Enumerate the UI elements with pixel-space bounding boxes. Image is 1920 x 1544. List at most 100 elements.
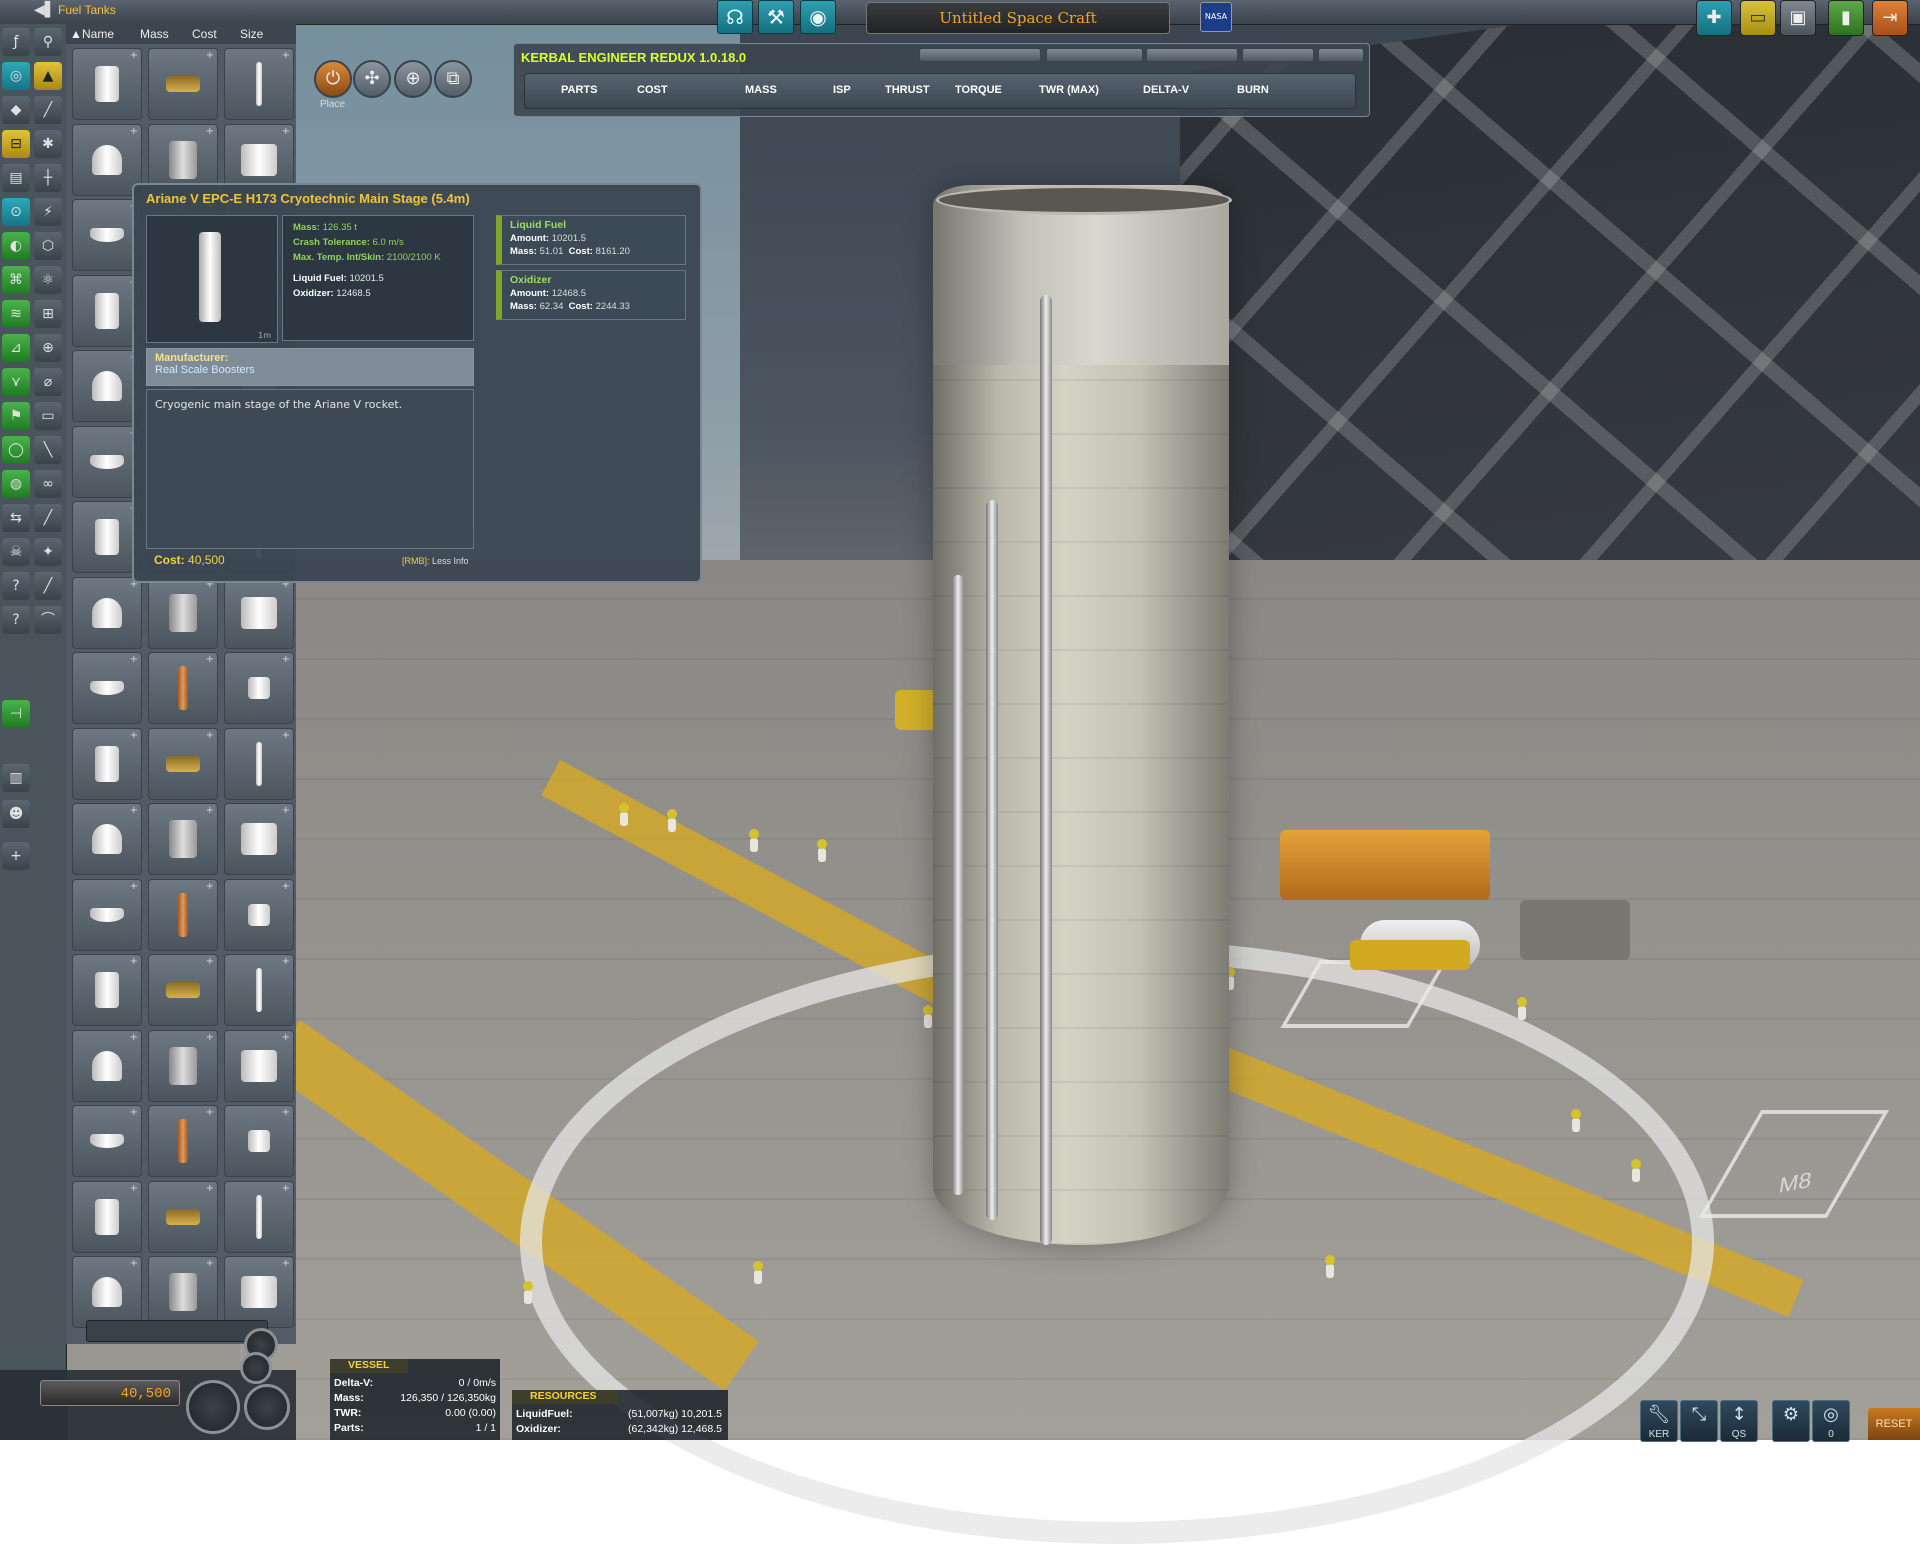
resource-filter-icon[interactable]: ▭ xyxy=(34,402,62,430)
add-part-icon[interactable]: + xyxy=(206,1032,214,1043)
part-cell[interactable]: + xyxy=(72,803,142,875)
add-part-icon[interactable]: + xyxy=(130,1107,138,1118)
unknown-part-icon[interactable]: ? xyxy=(2,572,30,600)
module-filter-icon[interactable]: ◯ xyxy=(2,436,30,464)
part-cell[interactable]: + xyxy=(72,727,142,800)
add-part-icon[interactable]: + xyxy=(206,1107,214,1118)
exit-icon[interactable]: ⇥ xyxy=(1872,0,1908,36)
fast-forward-icon[interactable] xyxy=(240,1352,272,1384)
add-part-icon[interactable]: + xyxy=(206,730,214,741)
coupling-category-icon[interactable]: ⊟ xyxy=(2,130,30,158)
part-cell[interactable]: + xyxy=(72,878,142,951)
part-cell[interactable]: + xyxy=(148,878,218,951)
antenna-icon[interactable]: ⌒ xyxy=(34,606,62,634)
part-cell[interactable]: + xyxy=(224,727,294,800)
load-craft-icon[interactable]: ▭ xyxy=(1740,0,1776,36)
add-part-icon[interactable]: + xyxy=(282,1032,290,1043)
filter-category-icon[interactable]: ≋ xyxy=(2,300,30,328)
docking-icon[interactable]: ╱ xyxy=(34,504,62,532)
part-cell[interactable]: + xyxy=(72,652,142,724)
mod-filter-icon[interactable]: ⊿ xyxy=(2,334,30,362)
save-craft-icon[interactable]: ▣ xyxy=(1780,0,1816,36)
custom-category-icon[interactable]: ⊣ xyxy=(2,700,30,728)
add-part-icon[interactable]: + xyxy=(206,1258,214,1269)
part-cell[interactable]: + xyxy=(148,1256,218,1328)
sort-by-cost[interactable]: Cost xyxy=(192,27,217,41)
add-part-icon[interactable]: + xyxy=(206,805,214,816)
ker-tab[interactable] xyxy=(1046,48,1143,62)
part-cell[interactable]: + xyxy=(224,1180,294,1253)
part-cell[interactable]: + xyxy=(148,1105,218,1177)
new-craft-icon[interactable]: ✚ xyxy=(1696,0,1732,36)
building-icon[interactable]: ▥ xyxy=(2,764,30,792)
ker-toggle-button[interactable]: 🔧︎ KER xyxy=(1640,1400,1678,1442)
add-part-icon[interactable]: + xyxy=(130,1258,138,1269)
add-part-icon[interactable]: + xyxy=(130,50,138,61)
add-part-icon[interactable]: + xyxy=(282,730,290,741)
part-search-input[interactable] xyxy=(86,1320,268,1342)
payload-category-icon[interactable]: ✱ xyxy=(34,130,62,158)
crew-icon[interactable]: ☊ xyxy=(717,0,753,34)
ker-tab[interactable] xyxy=(919,48,1041,62)
add-part-icon[interactable]: + xyxy=(130,805,138,816)
add-part-icon[interactable]: + xyxy=(282,1183,290,1194)
rotate-icon[interactable]: ⊕ xyxy=(394,60,432,98)
part-cell[interactable]: + xyxy=(148,652,218,724)
part-cell[interactable]: + xyxy=(224,803,294,875)
function-filter-icon[interactable]: ƒ xyxy=(2,28,30,56)
add-part-icon[interactable]: + xyxy=(206,126,214,137)
ground-category-icon[interactable]: ┼ xyxy=(34,164,62,192)
attachment-icon[interactable]: ∞ xyxy=(34,470,62,498)
part-cell[interactable]: + xyxy=(72,1256,142,1328)
part-cell[interactable]: + xyxy=(148,48,218,120)
add-part-icon[interactable]: + xyxy=(130,1183,138,1194)
part-cell[interactable]: + xyxy=(72,48,142,120)
add-part-icon[interactable]: + xyxy=(130,881,138,892)
electrical-category-icon[interactable]: ⚡ xyxy=(34,198,62,226)
angle-snap-icon[interactable] xyxy=(244,1384,290,1430)
reset-button[interactable]: RESET xyxy=(1868,1408,1920,1440)
part-cell[interactable]: + xyxy=(224,652,294,724)
subassembly-icon[interactable]: ◍ xyxy=(2,470,30,498)
part-cell[interactable]: + xyxy=(72,576,142,649)
part-cell[interactable]: + xyxy=(72,1105,142,1177)
command-category-icon[interactable]: ◆ xyxy=(2,96,30,124)
ker-tab[interactable] xyxy=(1146,48,1238,62)
part-cell[interactable]: + xyxy=(148,727,218,800)
utility-category-icon[interactable]: ⌘ xyxy=(2,266,30,294)
structural-category-icon[interactable]: ╱ xyxy=(34,96,62,124)
ker-tab[interactable] xyxy=(1242,48,1314,62)
kerbal-icon[interactable]: ☻ xyxy=(2,800,30,828)
science-category-icon[interactable]: ⬡ xyxy=(34,232,62,260)
place-icon[interactable]: ⏻ xyxy=(314,60,352,98)
add-part-icon[interactable]: + xyxy=(282,881,290,892)
add-part-icon[interactable]: + xyxy=(282,126,290,137)
ker-tab[interactable] xyxy=(1318,48,1364,62)
squad-icon[interactable]: ☠ xyxy=(2,538,30,566)
root-icon[interactable]: ⧉ xyxy=(434,60,472,98)
add-part-icon[interactable]: + xyxy=(130,126,138,137)
part-cell[interactable]: + xyxy=(224,1105,294,1177)
part-cell[interactable]: + xyxy=(148,1180,218,1253)
part-cell[interactable]: + xyxy=(148,803,218,875)
engine-category-icon[interactable]: ▲ xyxy=(34,62,62,90)
fuel-tank-category-icon[interactable]: ◎ xyxy=(2,62,30,90)
sort-by-size[interactable]: Size xyxy=(240,27,263,41)
part-cell[interactable]: + xyxy=(224,1029,294,1102)
craft-name-field[interactable]: Untitled Space Craft xyxy=(866,2,1170,34)
satellite-icon[interactable]: ✦ xyxy=(34,538,62,566)
part-cell[interactable]: + xyxy=(224,48,294,120)
add-category-icon[interactable]: + xyxy=(2,842,30,870)
add-part-icon[interactable]: + xyxy=(130,1032,138,1043)
add-part-icon[interactable]: + xyxy=(282,50,290,61)
part-cell[interactable]: + xyxy=(224,576,294,649)
part-cell[interactable]: + xyxy=(72,123,142,196)
cargo-category-icon[interactable]: ⚛ xyxy=(34,266,62,294)
part-cell[interactable]: + xyxy=(224,954,294,1026)
launch-icon[interactable]: ▮ xyxy=(1828,0,1864,36)
settings-gear-icon[interactable]: ⚙ xyxy=(1772,1400,1810,1442)
add-part-icon[interactable]: + xyxy=(206,956,214,967)
sort-by-mass[interactable]: Mass xyxy=(140,27,169,41)
add-part-icon[interactable]: + xyxy=(282,654,290,665)
actions-icon[interactable]: ◉ xyxy=(800,0,836,34)
